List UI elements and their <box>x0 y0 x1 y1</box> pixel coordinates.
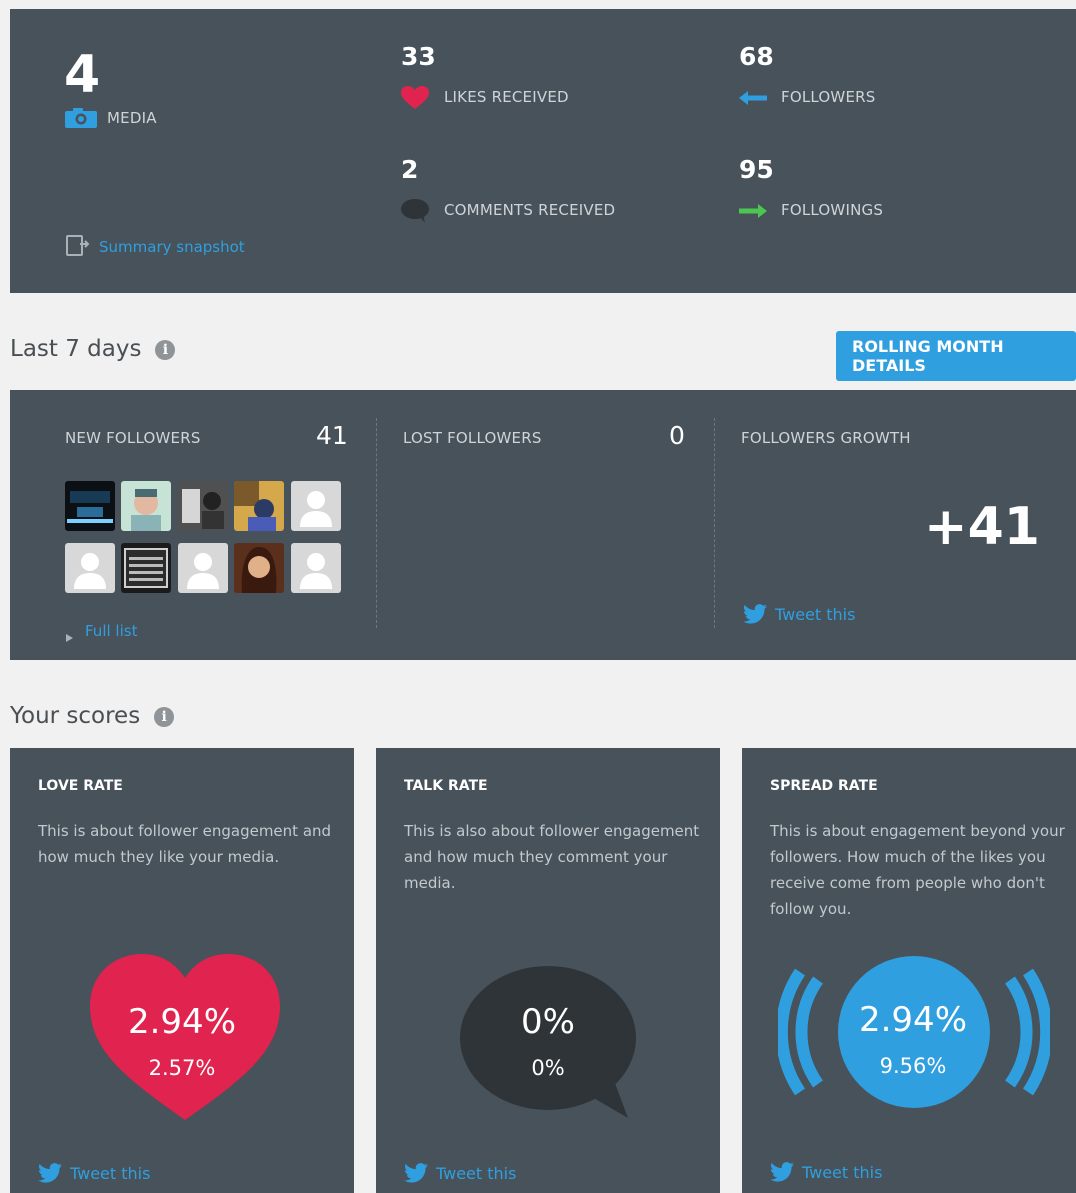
tweet-this-label: Tweet this <box>70 1163 151 1183</box>
tweet-this-label: Tweet this <box>775 604 856 624</box>
likes-count: 33 <box>401 42 436 71</box>
heart-icon <box>401 86 429 114</box>
your-scores-title: Your scores <box>10 703 141 729</box>
talk-rate-secondary: 0% <box>531 1056 565 1080</box>
love-rate-secondary: 2.57% <box>148 1056 216 1080</box>
follower-avatar[interactable] <box>178 543 228 593</box>
love-rate-card: LOVE RATE This is about follower engagem… <box>10 748 354 1193</box>
twitter-icon <box>770 1162 794 1182</box>
followings-count: 95 <box>739 155 774 184</box>
summary-panel: 4 MEDIA 33 LIKES RECEIVED 2 COMMENTS REC… <box>10 9 1076 293</box>
arrow-left-icon <box>739 90 767 109</box>
media-count: 4 <box>64 45 101 105</box>
spread-rate-value: 2.94% <box>858 1000 967 1040</box>
last-7-days-panel: NEW FOLLOWERS 41 Full list LOST FOLLOWER… <box>10 390 1076 660</box>
arrow-right-icon <box>739 203 767 222</box>
talk-rate-description: This is also about follower engagement a… <box>404 822 700 892</box>
love-rate-value: 2.94% <box>127 1002 236 1042</box>
lost-followers-count: 0 <box>669 421 685 450</box>
tweet-this-label: Tweet this <box>802 1162 883 1182</box>
info-icon[interactable]: i <box>155 339 176 360</box>
camera-icon <box>65 108 97 132</box>
follower-avatar[interactable] <box>178 481 228 531</box>
new-followers-count: 41 <box>316 421 348 450</box>
spread-rate-description: This is about engagement beyond your fol… <box>770 822 1065 918</box>
likes-label: LIKES RECEIVED <box>444 88 569 106</box>
triangle-right-icon <box>66 627 74 646</box>
talk-rate-title: TALK RATE <box>404 778 488 794</box>
summary-snapshot-link[interactable]: Summary snapshot <box>99 238 245 256</box>
lost-followers-label: LOST FOLLOWERS <box>403 429 542 447</box>
love-rate-description: This is about follower engagement and ho… <box>38 822 332 866</box>
follower-avatar[interactable] <box>121 481 171 531</box>
twitter-icon <box>38 1163 62 1183</box>
comment-icon <box>401 199 429 227</box>
speech-bubble-score-icon <box>460 966 640 1122</box>
your-scores-heading: Your scores i <box>10 703 175 729</box>
last-7-days-title: Last 7 days <box>10 336 142 362</box>
followers-label: FOLLOWERS <box>781 88 876 106</box>
spread-rate-secondary: 9.56% <box>879 1054 947 1078</box>
twitter-icon <box>404 1163 428 1183</box>
followers-growth-label: FOLLOWERS GROWTH <box>741 429 911 447</box>
tweet-this-link[interactable]: Tweet this <box>404 1163 516 1183</box>
rolling-month-details-button[interactable]: ROLLING MONTH DETAILS <box>836 331 1076 381</box>
tweet-this-link[interactable]: Tweet this <box>770 1162 882 1182</box>
new-followers-label: NEW FOLLOWERS <box>65 429 201 447</box>
column-divider <box>376 418 377 628</box>
media-label: MEDIA <box>107 109 157 127</box>
followers-growth-value: +41 <box>924 497 1040 557</box>
comments-count: 2 <box>401 155 419 184</box>
follower-avatar[interactable] <box>291 481 341 531</box>
follower-avatar[interactable] <box>291 543 341 593</box>
tweet-this-link[interactable]: Tweet this <box>743 604 855 624</box>
follower-avatar[interactable] <box>121 543 171 593</box>
tweet-this-link[interactable]: Tweet this <box>38 1163 150 1183</box>
comments-label: COMMENTS RECEIVED <box>444 201 616 219</box>
followers-count: 68 <box>739 42 774 71</box>
last-7-days-heading: Last 7 days i <box>10 336 176 362</box>
follower-avatar[interactable] <box>234 543 284 593</box>
followings-label: FOLLOWINGS <box>781 201 884 219</box>
info-icon[interactable]: i <box>154 706 175 727</box>
follower-avatar[interactable] <box>65 543 115 593</box>
talk-rate-card: TALK RATE This is also about follower en… <box>376 748 720 1193</box>
spread-rate-card: SPREAD RATE This is about engagement bey… <box>742 748 1076 1193</box>
follower-avatar[interactable] <box>234 481 284 531</box>
love-rate-title: LOVE RATE <box>38 778 123 794</box>
tweet-this-label: Tweet this <box>436 1163 517 1183</box>
spread-rate-title: SPREAD RATE <box>770 778 878 794</box>
snapshot-icon <box>66 235 90 261</box>
follower-avatar[interactable] <box>65 481 115 531</box>
full-list-link[interactable]: Full list <box>85 622 137 640</box>
twitter-icon <box>743 604 767 624</box>
column-divider <box>714 418 715 628</box>
talk-rate-value: 0% <box>521 1002 575 1042</box>
